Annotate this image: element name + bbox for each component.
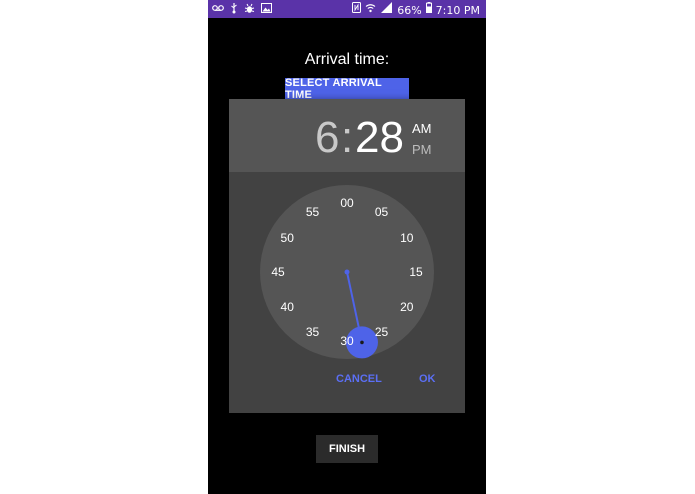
time-picker-header: 6 : 28 AM PM <box>229 99 465 172</box>
am-toggle[interactable]: AM <box>412 121 432 136</box>
time-picker-dialog: 6 : 28 AM PM 00 05 10 15 20 25 30 35 40 45 50 55 CA… <box>229 99 465 413</box>
clock-minute-55[interactable]: 55 <box>301 205 325 219</box>
finish-button[interactable]: FINISH <box>316 435 378 463</box>
clock-center-dot <box>344 269 350 275</box>
clock-minute-35[interactable]: 35 <box>301 325 325 339</box>
image-icon <box>261 3 272 18</box>
pm-toggle[interactable]: PM <box>412 142 432 157</box>
nfc-icon <box>352 2 362 18</box>
time-separator: : <box>341 113 354 162</box>
select-arrival-time-button[interactable]: SELECT ARRIVAL TIME <box>285 77 409 101</box>
clock-minute-05[interactable]: 05 <box>370 205 394 219</box>
ok-button[interactable]: OK <box>419 373 436 385</box>
arrival-time-label: Arrival time: <box>304 51 390 68</box>
usb-icon <box>230 2 238 19</box>
clock-minute-40[interactable]: 40 <box>275 300 299 314</box>
clock-minute-15[interactable]: 15 <box>404 265 428 279</box>
phone-screen: 66% 7:10 PM Arrival time: SELECT ARRIVAL… <box>208 0 486 494</box>
battery-icon <box>425 2 432 18</box>
clock-minute-25[interactable]: 25 <box>370 325 394 339</box>
bug-icon <box>244 3 255 19</box>
clock-minute-45[interactable]: 45 <box>266 265 290 279</box>
clock-minute-30[interactable]: 30 <box>335 334 359 348</box>
clock-minute-20[interactable]: 20 <box>395 300 419 314</box>
status-time: 7:10 PM <box>435 3 480 17</box>
clock-minute-50[interactable]: 50 <box>275 231 299 245</box>
clock-minute-00[interactable]: 00 <box>335 196 359 210</box>
battery-percent: 66% <box>397 3 422 17</box>
voicemail-icon <box>212 3 224 18</box>
clock-minute-10[interactable]: 10 <box>395 231 419 245</box>
cancel-button[interactable]: CANCEL <box>336 373 382 385</box>
wifi-icon <box>365 3 376 18</box>
minute-clock-face[interactable]: 00 05 10 15 20 25 30 35 40 45 50 55 <box>260 185 434 359</box>
cell-signal-icon <box>380 2 393 18</box>
minute-display[interactable]: 28 <box>355 113 404 163</box>
clock-hand-selector-dot <box>360 340 364 345</box>
status-bar: 66% 7:10 PM <box>208 0 486 18</box>
hour-display[interactable]: 6 <box>315 113 339 163</box>
